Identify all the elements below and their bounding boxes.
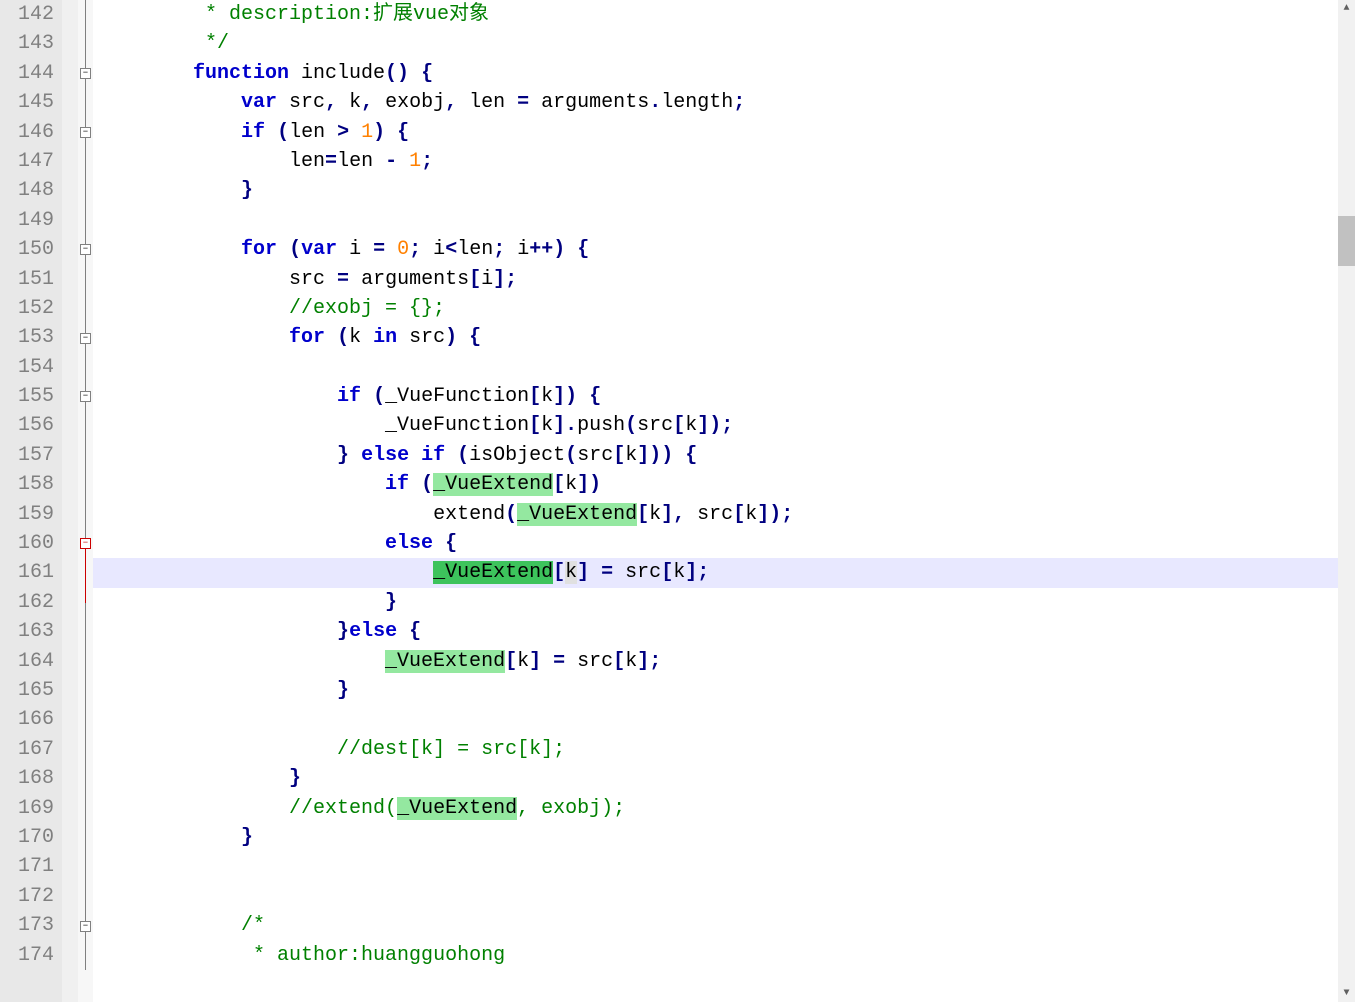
fold-toggle[interactable]: − [80,244,91,255]
line-number: 156 [6,411,54,440]
search-highlight: _VueExtend [397,797,517,820]
code-line[interactable]: } [93,588,1338,617]
marker-column [62,0,78,1002]
line-number: 171 [6,852,54,881]
line-number: 168 [6,764,54,793]
search-highlight: _VueExtend [385,650,505,673]
code-line[interactable]: len=len - 1; [93,147,1338,176]
line-number: 153 [6,323,54,352]
search-highlight: _VueExtend [517,503,637,526]
scroll-down-button[interactable]: ▼ [1338,985,1355,1002]
line-number: 167 [6,735,54,764]
line-number: 162 [6,588,54,617]
code-line[interactable]: for (var i = 0; i<len; i++) { [93,235,1338,264]
line-number: 144 [6,59,54,88]
fold-toggle[interactable]: − [80,921,91,932]
line-number: 172 [6,882,54,911]
code-line[interactable]: }else { [93,617,1338,646]
code-line[interactable]: if (_VueFunction[k]) { [93,382,1338,411]
scroll-thumb[interactable] [1338,216,1355,266]
code-line[interactable]: * description:扩展vue对象 [93,0,1338,29]
line-number: 157 [6,441,54,470]
code-line[interactable]: else { [93,529,1338,558]
scroll-up-button[interactable]: ▲ [1338,0,1355,17]
fold-toggle[interactable]: − [80,127,91,138]
line-number: 163 [6,617,54,646]
line-number: 148 [6,176,54,205]
line-number: 151 [6,265,54,294]
code-line[interactable]: */ [93,29,1338,58]
code-line[interactable]: } [93,676,1338,705]
line-number: 169 [6,794,54,823]
code-line[interactable]: //dest[k] = src[k]; [93,735,1338,764]
code-line[interactable]: } [93,176,1338,205]
line-number: 174 [6,941,54,970]
code-line[interactable]: if (len > 1) { [93,118,1338,147]
fold-column[interactable]: − − − − − − − [78,0,93,1002]
code-line[interactable]: for (k in src) { [93,323,1338,352]
search-highlight: _VueExtend [433,561,553,584]
code-line[interactable]: function include() { [93,59,1338,88]
line-number: 166 [6,705,54,734]
code-line[interactable]: } [93,823,1338,852]
code-line[interactable] [93,353,1338,382]
line-number: 159 [6,500,54,529]
line-number: 142 [6,0,54,29]
code-line[interactable]: extend(_VueExtend[k], src[k]); [93,500,1338,529]
line-number: 165 [6,676,54,705]
line-number: 147 [6,147,54,176]
code-line[interactable]: if (_VueExtend[k]) [93,470,1338,499]
code-area[interactable]: * description:扩展vue对象 */ function includ… [93,0,1338,1002]
code-line[interactable]: } [93,764,1338,793]
code-line[interactable]: //extend(_VueExtend, exobj); [93,794,1338,823]
code-line[interactable] [93,882,1338,911]
code-line[interactable]: _VueExtend[k] = src[k]; [93,558,1338,587]
code-line[interactable] [93,852,1338,881]
fold-toggle[interactable]: − [80,68,91,79]
line-number: 164 [6,647,54,676]
line-number: 149 [6,206,54,235]
line-number: 161 [6,558,54,587]
code-editor: 1421431441451461471481491501511521531541… [0,0,1355,1002]
fold-toggle[interactable]: − [80,391,91,402]
line-number: 143 [6,29,54,58]
fold-toggle[interactable]: − [80,333,91,344]
code-line[interactable]: _VueFunction[k].push(src[k]); [93,411,1338,440]
line-number: 173 [6,911,54,940]
line-number: 155 [6,382,54,411]
code-line[interactable]: //exobj = {}; [93,294,1338,323]
search-highlight: _VueExtend [433,473,553,496]
gutter: 1421431441451461471481491501511521531541… [0,0,93,1002]
vertical-scrollbar[interactable]: ▲ ▼ [1338,0,1355,1002]
code-line[interactable]: /* [93,911,1338,940]
code-line[interactable]: var src, k, exobj, len = arguments.lengt… [93,88,1338,117]
line-number: 152 [6,294,54,323]
code-line[interactable]: src = arguments[i]; [93,265,1338,294]
code-line[interactable]: _VueExtend[k] = src[k]; [93,647,1338,676]
line-number: 154 [6,353,54,382]
line-number: 145 [6,88,54,117]
code-line[interactable] [93,705,1338,734]
line-number-column: 1421431441451461471481491501511521531541… [0,0,62,1002]
line-number: 158 [6,470,54,499]
code-line[interactable] [93,206,1338,235]
line-number: 160 [6,529,54,558]
line-number: 146 [6,118,54,147]
code-line[interactable]: * author:huangguohong [93,941,1338,970]
line-number: 170 [6,823,54,852]
code-line[interactable]: } else if (isObject(src[k])) { [93,441,1338,470]
fold-toggle[interactable]: − [80,538,91,549]
line-number: 150 [6,235,54,264]
